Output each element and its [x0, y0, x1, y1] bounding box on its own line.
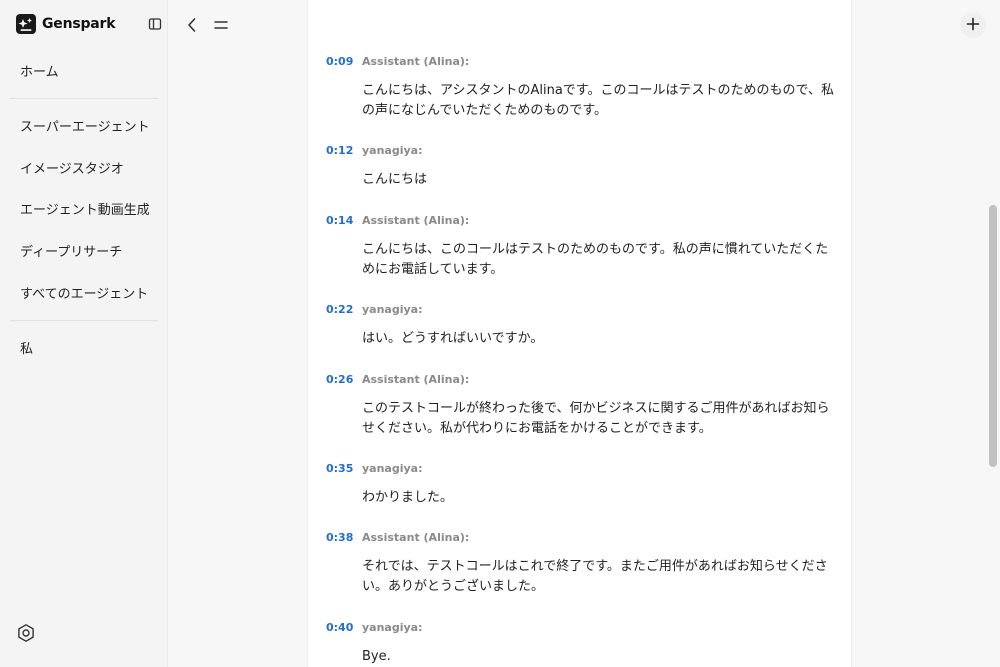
timestamp-link[interactable]: 0:35 [326, 462, 353, 475]
timestamp-link[interactable]: 0:14 [326, 214, 353, 227]
brand-name: Genspark [42, 16, 116, 32]
message-text: それでは、テストコールはこれで終了です。またご用件があればお知らせください。あり… [362, 559, 828, 594]
sidebar-item-me[interactable]: 私 [10, 330, 158, 364]
settings-icon[interactable] [16, 623, 36, 643]
sidebar-item-label: ディープリサーチ [20, 244, 123, 260]
timestamp-link[interactable]: 0:26 [326, 373, 353, 386]
timestamp-link[interactable]: 0:22 [326, 303, 353, 316]
sidebar-item-home[interactable]: ホーム [10, 53, 158, 87]
brand[interactable]: Genspark [16, 13, 116, 35]
sidebar-item-deep-research[interactable]: ディープリサーチ [10, 233, 158, 267]
sidebar: Genspark ホーム スーパーエージェント イメージスタジオ エージェント動… [0, 0, 168, 667]
speaker-name: yanagiya: [362, 462, 423, 475]
speaker-name: yanagiya: [362, 621, 423, 634]
top-fade [308, 0, 851, 48]
message-text: はい。どうすればいいですか。 [362, 331, 544, 346]
sidebar-item-label: スーパーエージェント [20, 119, 150, 135]
message-text: わかりました。 [362, 490, 454, 505]
speaker-name: Assistant (Alina): [362, 214, 470, 227]
sidebar-item-label: ホーム [20, 64, 59, 80]
sidebar-item-label: 私 [20, 341, 34, 357]
sidebar-item-super-agent[interactable]: スーパーエージェント [10, 108, 158, 142]
menu-icon[interactable] [212, 16, 230, 34]
speaker-name: yanagiya: [362, 144, 423, 157]
sidebar-divider [10, 320, 158, 321]
chevron-left-icon[interactable] [184, 16, 200, 34]
plus-icon [966, 16, 980, 35]
scrollbar-thumb[interactable] [989, 205, 997, 467]
speaker-name: Assistant (Alina): [362, 531, 470, 544]
message-text: このテストコールが終わった後で、何かビジネスに関するご用件があればお知らせくださ… [362, 401, 830, 436]
speaker-name: Assistant (Alina): [362, 373, 470, 386]
sidebar-toggle-icon[interactable] [148, 16, 162, 30]
sidebar-item-image-studio[interactable]: イメージスタジオ [10, 150, 158, 184]
transcript-panel: 0:09 Assistant (Alina): こんにちは、アシスタントのAli… [307, 0, 852, 667]
sidebar-item-all-agents[interactable]: すべてのエージェント [10, 275, 158, 309]
speaker-name: yanagiya: [362, 303, 423, 316]
sidebar-item-label: イメージスタジオ [20, 161, 124, 177]
message-text: Bye. [362, 649, 391, 664]
timestamp-link[interactable]: 0:09 [326, 55, 353, 68]
sidebar-divider [10, 98, 158, 99]
sidebar-item-label: エージェント動画生成 [20, 202, 150, 218]
timestamp-link[interactable]: 0:12 [326, 144, 353, 157]
timestamp-link[interactable]: 0:40 [326, 621, 353, 634]
message-text: こんにちは [362, 172, 428, 187]
sidebar-item-agent-video[interactable]: エージェント動画生成 [10, 191, 158, 225]
message-text: こんにちは、アシスタントのAlinaです。このコールはテストのためのもので、私の… [362, 83, 834, 118]
timestamp-link[interactable]: 0:38 [326, 531, 353, 544]
sidebar-item-label: すべてのエージェント [20, 286, 149, 302]
speaker-name: Assistant (Alina): [362, 55, 470, 68]
message-text: こんにちは、このコールはテストのためのものです。私の声に慣れていただくためにお電… [362, 242, 829, 277]
genspark-logo-icon [16, 14, 36, 34]
new-chat-button[interactable] [960, 12, 986, 38]
